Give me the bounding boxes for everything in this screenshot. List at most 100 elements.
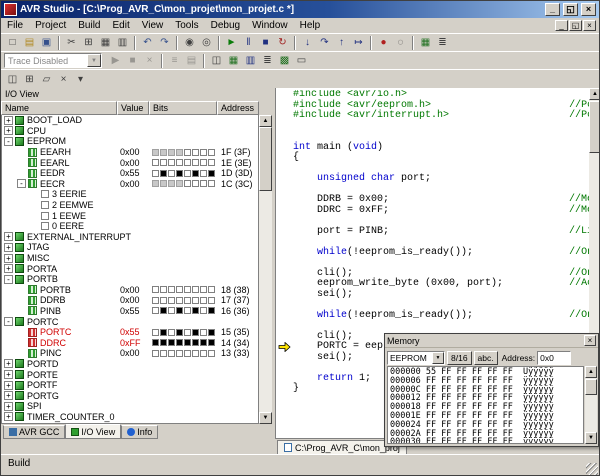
io-row-eecr[interactable]: -EECR0x001C (3C) bbox=[2, 179, 258, 190]
step-out-button[interactable]: ↑ bbox=[333, 35, 350, 50]
io-window-button[interactable]: ▩ bbox=[276, 53, 293, 68]
io-row-external-interrupt[interactable]: +EXTERNAL_INTERRUPT bbox=[2, 232, 258, 243]
pause-button[interactable]: ‖ bbox=[240, 35, 257, 50]
reset-button[interactable]: ↻ bbox=[274, 35, 291, 50]
trace-options-button[interactable]: ▤ bbox=[183, 53, 200, 68]
io-row-ddrb[interactable]: DDRB0x0017 (37) bbox=[2, 295, 258, 306]
io-row-eeprom[interactable]: -EEPROM bbox=[2, 136, 258, 147]
register-bits[interactable] bbox=[152, 170, 215, 177]
memory-source-select[interactable]: EEPROM ▼ bbox=[387, 351, 445, 365]
expand-icon[interactable]: + bbox=[4, 264, 13, 273]
register-bits[interactable] bbox=[152, 329, 215, 336]
collapse-icon[interactable]: - bbox=[17, 179, 26, 188]
expand-icon[interactable]: + bbox=[4, 402, 13, 411]
scrollbar-thumb[interactable] bbox=[589, 101, 600, 153]
mdi-close-button[interactable]: × bbox=[583, 20, 596, 31]
register-bits[interactable] bbox=[152, 286, 215, 293]
bit-checkbox[interactable] bbox=[41, 201, 49, 209]
io-row-eedr[interactable]: EEDR0x551D (3D) bbox=[2, 168, 258, 179]
address-input[interactable]: 0x0 bbox=[537, 351, 571, 365]
io-row-eearl[interactable]: EEARL0x001E (3E) bbox=[2, 157, 258, 168]
column-header-bits[interactable]: Bits bbox=[149, 101, 217, 115]
register-bits[interactable] bbox=[152, 149, 215, 156]
bit-checkbox[interactable] bbox=[41, 222, 49, 230]
open-file-button[interactable]: ▤ bbox=[21, 35, 38, 50]
register-bits[interactable] bbox=[152, 307, 215, 314]
scrollbar-thumb[interactable] bbox=[585, 379, 597, 395]
copy-button[interactable]: ⊞ bbox=[80, 35, 97, 50]
io-view-scrollbar[interactable]: ▲ ▼ bbox=[259, 115, 272, 424]
trace-combo-dropdown-icon[interactable]: ▼ bbox=[87, 54, 101, 67]
io-row-pinb[interactable]: PINB0x5516 (36) bbox=[2, 306, 258, 317]
watch-window-button[interactable]: ◫ bbox=[208, 53, 225, 68]
io-row-0-eere[interactable]: 0 EERE bbox=[2, 221, 258, 232]
find-button[interactable]: ◉ bbox=[181, 35, 198, 50]
disassembler-button[interactable]: ≣ bbox=[259, 53, 276, 68]
scroll-up-icon[interactable]: ▲ bbox=[585, 366, 597, 378]
register-bits[interactable] bbox=[152, 159, 215, 166]
tab-info[interactable]: Info bbox=[121, 425, 158, 439]
expand-icon[interactable]: + bbox=[4, 116, 13, 125]
collapse-icon[interactable]: - bbox=[4, 317, 13, 326]
step-over-button[interactable]: ↷ bbox=[316, 35, 333, 50]
cut-button[interactable]: ✂ bbox=[63, 35, 80, 50]
expand-icon[interactable]: + bbox=[4, 412, 13, 421]
register-bits[interactable] bbox=[152, 350, 215, 357]
io-row-portb[interactable]: -PORTB bbox=[2, 274, 258, 285]
collapse-icon[interactable]: - bbox=[4, 275, 13, 284]
step-into-button[interactable]: ↓ bbox=[299, 35, 316, 50]
scroll-down-icon[interactable]: ▼ bbox=[259, 412, 272, 424]
redo-button[interactable]: ↷ bbox=[156, 35, 173, 50]
memory-window-title-bar[interactable]: Memory × bbox=[385, 334, 598, 348]
menu-help[interactable]: Help bbox=[294, 20, 327, 31]
split-pane-button[interactable]: ⊞ bbox=[21, 72, 38, 87]
memory-scrollbar[interactable]: ▲ ▼ bbox=[585, 366, 597, 444]
bit-checkbox[interactable] bbox=[41, 190, 49, 198]
io-row-ddrc[interactable]: DDRC0xFF14 (34) bbox=[2, 337, 258, 348]
io-row-timer-counter-0[interactable]: +TIMER_COUNTER_0 bbox=[2, 412, 258, 423]
column-header-address[interactable]: Address bbox=[217, 101, 259, 115]
menu-debug[interactable]: Debug bbox=[205, 20, 246, 31]
io-row-portf[interactable]: +PORTF bbox=[2, 380, 258, 391]
minimize-button[interactable]: _ bbox=[545, 3, 560, 16]
scroll-up-icon[interactable]: ▲ bbox=[589, 88, 600, 100]
stop-trace-button[interactable]: ■ bbox=[124, 53, 141, 68]
io-row-2-eemwe[interactable]: 2 EEMWE bbox=[2, 200, 258, 211]
run-to-cursor-button[interactable]: ↦ bbox=[350, 35, 367, 50]
io-row-porta[interactable]: +PORTA bbox=[2, 263, 258, 274]
message-window-button[interactable]: ▭ bbox=[293, 53, 310, 68]
new-file-button[interactable]: □ bbox=[4, 35, 21, 50]
io-row-portc[interactable]: -PORTC bbox=[2, 316, 258, 327]
mdi-restore-button[interactable]: ◱ bbox=[569, 20, 582, 31]
scrollbar-thumb[interactable] bbox=[259, 127, 272, 191]
collapse-icon[interactable]: - bbox=[4, 137, 13, 146]
menu-file[interactable]: File bbox=[1, 20, 29, 31]
clear-breakpoints-button[interactable]: ◌ bbox=[392, 35, 409, 50]
close-button[interactable]: × bbox=[581, 3, 596, 16]
column-header-value[interactable]: Value bbox=[117, 101, 149, 115]
stack-monitor-button[interactable]: ≣ bbox=[434, 35, 451, 50]
restore-button[interactable]: ◱ bbox=[563, 3, 578, 16]
pane-dropdown-button[interactable]: ▾ bbox=[72, 72, 89, 87]
menu-tools[interactable]: Tools bbox=[169, 20, 204, 31]
show-trace-button[interactable]: ≡ bbox=[166, 53, 183, 68]
menu-build[interactable]: Build bbox=[72, 20, 106, 31]
tab-io-view[interactable]: I/O View bbox=[65, 424, 121, 439]
expand-icon[interactable]: + bbox=[4, 243, 13, 252]
menu-edit[interactable]: Edit bbox=[107, 20, 136, 31]
menu-view[interactable]: View bbox=[136, 20, 170, 31]
column-header-name[interactable]: Name bbox=[1, 101, 117, 115]
ascii-toggle-button[interactable]: abc. bbox=[474, 351, 498, 365]
menu-window[interactable]: Window bbox=[246, 20, 294, 31]
expand-icon[interactable]: + bbox=[4, 254, 13, 263]
expand-icon[interactable]: + bbox=[4, 126, 13, 135]
expand-icon[interactable]: + bbox=[4, 391, 13, 400]
avr-device-button[interactable]: ▦ bbox=[417, 35, 434, 50]
io-row-portg[interactable]: +PORTG bbox=[2, 390, 258, 401]
register-bits[interactable] bbox=[152, 339, 215, 346]
save-button[interactable]: ▣ bbox=[38, 35, 55, 50]
title-bar[interactable]: AVR Studio - [C:\Prog_AVR_C\mon_projet\m… bbox=[1, 1, 599, 18]
io-row-3-eerie[interactable]: 3 EERIE bbox=[2, 189, 258, 200]
paste-button[interactable]: ▦ bbox=[97, 35, 114, 50]
register-bits[interactable] bbox=[152, 180, 215, 187]
